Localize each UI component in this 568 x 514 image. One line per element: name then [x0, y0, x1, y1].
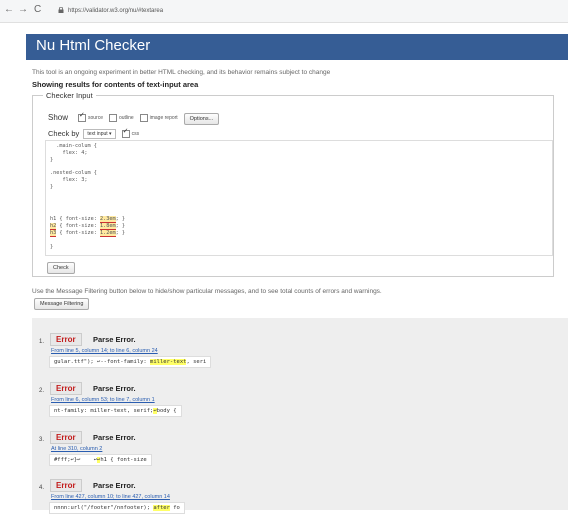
intro-text: This tool is an ongoing experiment in be… — [32, 69, 331, 76]
code-text: ; } — [115, 216, 125, 222]
message-number: 1. — [39, 339, 45, 345]
options-button[interactable]: Options... — [183, 113, 220, 125]
check-by-select[interactable]: text input ▾ — [83, 129, 116, 140]
reload-button[interactable]: C — [34, 4, 41, 15]
checker-input-fieldset: Checker Input Show source outline image … — [32, 91, 554, 277]
error-location-link[interactable]: From line 5, column 14; to line 6, colum… — [51, 348, 158, 354]
code-line: flex: 3; — [50, 177, 88, 183]
code-line: } — [50, 157, 54, 163]
code-line: .main-colum { — [50, 143, 97, 149]
results-heading: Showing results for contents of text-inp… — [32, 80, 199, 89]
code-line: h3 { font-size: 1.2em; } — [50, 230, 125, 237]
code-text: { font-size: — [56, 230, 100, 236]
code-line: h2 { font-size: 1.8em; } — [50, 223, 125, 230]
source-label: source — [87, 115, 103, 122]
browser-toolbar: ← → C https://validator.w3.org/nu/#texta… — [0, 0, 568, 23]
outline-label: outline — [118, 115, 134, 122]
code-line: } — [50, 244, 54, 250]
error-title: Parse Error. — [93, 335, 136, 344]
code-text: ; } — [115, 223, 125, 229]
message-number: 4. — [39, 485, 45, 491]
error-badge: Error — [50, 431, 82, 444]
extract-text: --font-family: — [100, 359, 151, 365]
code-line: flex: 4; — [50, 150, 88, 156]
extract-text: fo — [169, 505, 180, 511]
error-location-link[interactable]: From line 6, column 53; to line 7, colum… — [51, 397, 155, 403]
page-title: Nu Html Checker — [36, 37, 151, 54]
filter-instructions: Use the Message Filtering button below t… — [32, 288, 382, 295]
code-text: h1 { font-size: — [50, 216, 100, 222]
extract-text: body { — [156, 408, 177, 414]
extract-text: nnnn:url("/footer"/nnfooter); — [54, 505, 154, 511]
error-badge: Error — [50, 333, 82, 346]
message-number: 3. — [39, 437, 45, 443]
error-location-link[interactable]: From line 427, column 10; to line 427, c… — [51, 494, 170, 500]
css-label: css — [131, 131, 140, 138]
code-text: ; } — [115, 230, 125, 236]
check-by-label: Check by — [48, 129, 80, 138]
extract-text: , seri — [186, 359, 207, 365]
error-title: Parse Error. — [93, 384, 136, 393]
code-extract: #fff;↩}↩ ↩↩h1 { font-size — [49, 454, 152, 466]
results-list: 1. Error Parse Error. From line 5, colum… — [32, 318, 568, 514]
checker-input-legend: Checker Input — [43, 91, 96, 100]
code-mark: 1.2em — [99, 230, 116, 237]
outline-checkbox[interactable] — [108, 114, 117, 123]
message-number: 2. — [39, 388, 45, 394]
code-line: .nested-colum { — [50, 170, 97, 176]
extract-text: nt-family: miller-text, serif; — [54, 408, 154, 414]
message-filtering-button[interactable]: Message Filtering — [34, 298, 90, 310]
error-badge: Error — [50, 479, 82, 492]
code-line: } — [50, 184, 54, 190]
code-text: { font-size: — [56, 223, 100, 229]
check-button[interactable]: Check — [47, 262, 75, 274]
extract-highlight: after — [153, 505, 170, 511]
extract-text: #fff;↩}↩ ↩ — [54, 457, 98, 463]
error-title: Parse Error. — [93, 481, 136, 490]
check-by-value: text input — [87, 131, 108, 138]
css-checkbox[interactable] — [121, 127, 130, 139]
image-report-checkbox[interactable] — [139, 114, 148, 123]
code-extract: nt-family: miller-text, serif;↩body { — [49, 405, 182, 417]
code-mark: 2.3em — [99, 216, 116, 223]
code-line: h1 { font-size: 2.3em; } — [50, 216, 125, 223]
show-label: Show — [48, 113, 69, 122]
page-header: Nu Html Checker — [26, 34, 568, 60]
text-input-area[interactable]: .main-colum { flex: 4; } .nested-colum {… — [45, 140, 553, 256]
extract-text: gular.ttf"); — [54, 359, 98, 365]
forward-button[interactable]: → — [18, 4, 28, 15]
code-extract: gular.ttf"); ↩--font-family: miller-text… — [49, 356, 212, 368]
extract-text: h1 { font-size — [100, 457, 147, 463]
lock-icon — [58, 7, 64, 14]
error-location-link[interactable]: At line 310, column 2 — [51, 446, 102, 452]
code-extract: nnnn:url("/footer"/nnfooter); after fo — [49, 502, 185, 514]
image-report-label: image report — [149, 115, 178, 122]
show-options-row: Show source outline image report Options… — [48, 111, 220, 125]
source-checkbox[interactable] — [77, 111, 86, 123]
error-badge: Error — [50, 382, 82, 395]
url-text: https://validator.w3.org/nu/#textarea — [68, 8, 164, 14]
extract-highlight: miller-text — [150, 359, 187, 365]
back-button[interactable]: ← — [4, 4, 14, 15]
address-bar[interactable]: https://validator.w3.org/nu/#textarea — [58, 4, 563, 18]
error-title: Parse Error. — [93, 433, 136, 442]
check-by-row: Check by text input ▾ css — [48, 127, 140, 140]
code-mark: 1.8em — [99, 223, 116, 230]
